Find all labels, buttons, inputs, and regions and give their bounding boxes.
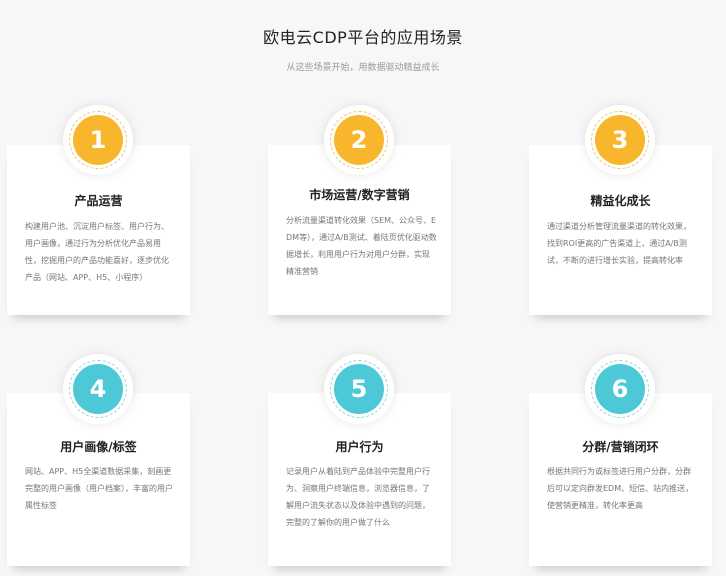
card-description: 记录用户从着陆到产品体验中完整用户行为、洞察用户终端信息，浏览器信息，了解用户流… [286, 467, 430, 527]
badge-number: 4 [73, 364, 123, 414]
number-badge: 1 [63, 105, 133, 175]
page-subtitle: 从这些场景开始，用数据驱动精益成长 [286, 63, 440, 73]
number-badge: 3 [585, 105, 655, 175]
card-title: 用户行为 [335, 440, 384, 454]
badge-number: 1 [73, 115, 123, 165]
page-title: 欧电云CDP平台的应用场景 [263, 28, 463, 47]
card-title: 分群/营销闭环 [582, 440, 659, 454]
card-description: 根据共同行为或标签进行用户分群，分群后可以定向群发EDM、短信、站内推送，使营销… [547, 467, 694, 510]
card-title: 市场运营/数字营销 [309, 188, 410, 202]
card-title: 产品运营 [74, 194, 123, 208]
page-header: 欧电云CDP平台的应用场景 从这些场景开始，用数据驱动精益成长 [0, 24, 726, 73]
number-badge: 2 [324, 105, 394, 175]
card-description: 构建用户池、沉淀用户标签、用户行为、用户画像，通过行为分析优化产品易用性，挖掘用… [25, 222, 169, 282]
badge-number: 5 [334, 364, 384, 414]
badge-number: 2 [334, 115, 384, 165]
card-description: 通过渠道分析管理流量渠道的转化效果，找到ROI更高的广告渠道上，通过A/B测试，… [547, 222, 691, 265]
card-title: 精益化成长 [590, 194, 651, 208]
card-title: 用户画像/标签 [60, 440, 137, 454]
badge-number: 3 [595, 115, 645, 165]
number-badge: 6 [585, 354, 655, 424]
card-description: 分析流量渠道转化效果（SEM、公众号、EDM等），通过A/B测试、着陆页优化驱动… [286, 216, 437, 276]
number-badge: 5 [324, 354, 394, 424]
number-badge: 4 [63, 354, 133, 424]
card-description: 网站、APP、H5全渠道数据采集，刻画更完整的用户画像（用户档案），丰富的用户属… [25, 467, 173, 510]
badge-number: 6 [595, 364, 645, 414]
